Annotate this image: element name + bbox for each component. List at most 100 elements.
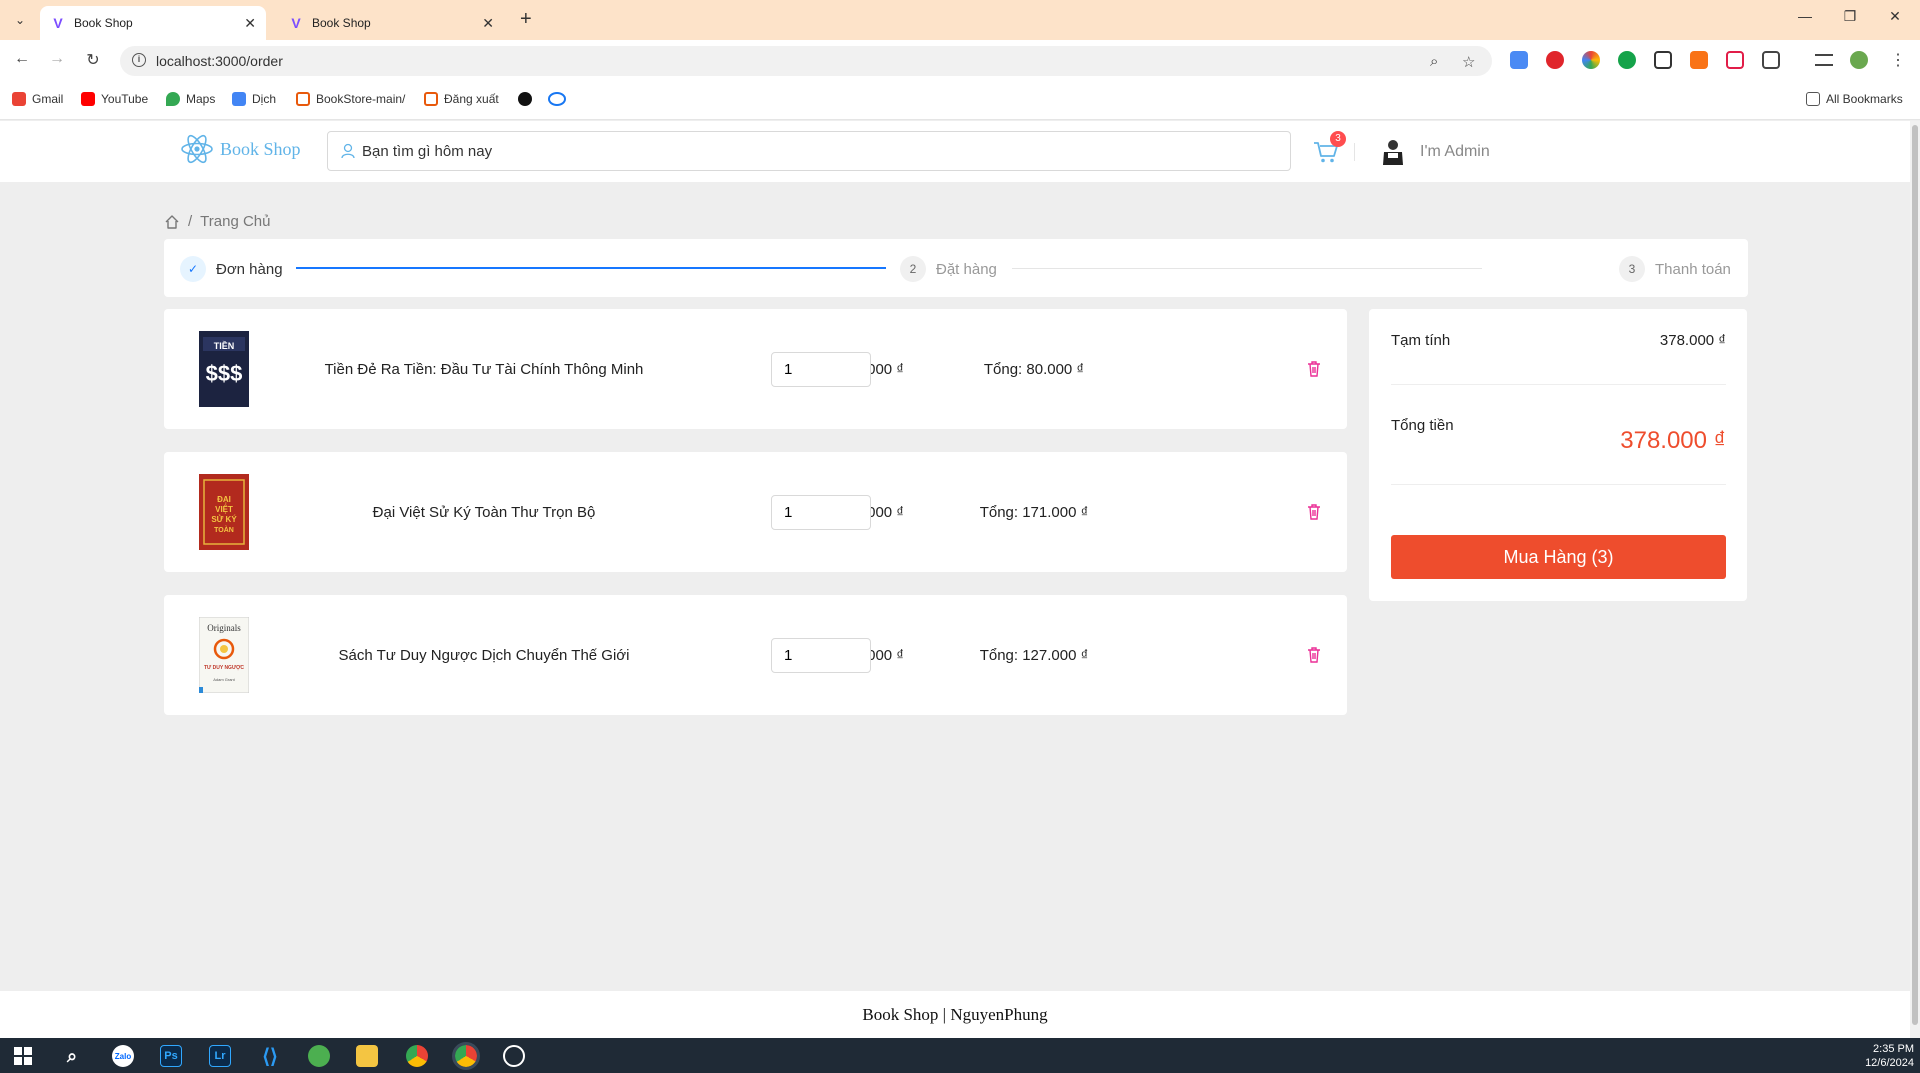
bookmark-bookstore[interactable]: BookStore-main/ [296, 92, 405, 106]
page-scrollbar[interactable] [1910, 121, 1920, 1038]
image-extension-icon[interactable] [1654, 51, 1672, 69]
breadcrumb-home-link[interactable]: Trang Chủ [200, 213, 270, 230]
close-window-icon[interactable]: ✕ [1885, 8, 1905, 25]
reload-icon[interactable]: ↻ [83, 50, 103, 70]
cart-button[interactable]: 3 [1312, 131, 1346, 165]
site-info-icon[interactable]: i [132, 53, 146, 67]
browser-tab-2[interactable]: V Book Shop ✕ [278, 6, 504, 40]
item-total: Tổng: 80.000 ₫ [983, 360, 1085, 378]
bookmark-meta[interactable] [548, 92, 572, 106]
header-divider [1354, 143, 1355, 161]
orange-extension-icon[interactable] [1690, 51, 1708, 69]
bookmark-translate[interactable]: Dịch [232, 92, 276, 106]
home-icon[interactable] [164, 214, 180, 230]
check-icon: ✓ [180, 256, 206, 282]
system-clock[interactable]: 2:35 PM 12/6/2024 [1865, 1042, 1914, 1070]
total-value: 378.000 ₫ [1620, 427, 1726, 454]
color-extension-icon[interactable] [1582, 51, 1600, 69]
total-row: Tổng tiền 378.000 ₫ [1391, 417, 1726, 455]
vscode-icon[interactable]: ⟨⟩ [259, 1045, 281, 1068]
delete-trash-icon[interactable] [1307, 503, 1321, 521]
extensions-puzzle-icon[interactable] [1762, 51, 1780, 69]
zoom-icon[interactable]: ⌕ [1430, 53, 1438, 70]
book-cover-originals[interactable]: Originals TƯ DUY NGƯỢC Adam Grant [199, 617, 249, 693]
step-number: 3 [1619, 256, 1645, 282]
svg-text:Originals: Originals [207, 623, 241, 633]
url-text: localhost:3000/order [156, 53, 283, 69]
admin-avatar-icon[interactable] [1380, 138, 1406, 166]
search-box[interactable] [327, 131, 1291, 171]
site-logo[interactable]: Book Shop [180, 133, 301, 165]
subtotal-row: Tạm tính 378.000 ₫ [1391, 332, 1726, 349]
step-order[interactable]: ✓ Đơn hàng [180, 256, 283, 282]
tab-close-icon[interactable]: ✕ [482, 15, 494, 32]
item-name[interactable]: Tiền Đẻ Ra Tiền: Đầu Tư Tài Chính Thông … [294, 309, 674, 429]
cart-item: Originals TƯ DUY NGƯỢC Adam Grant Sách T… [164, 595, 1347, 715]
bookmark-gmail[interactable]: Gmail [12, 92, 63, 106]
windows-start-icon[interactable] [12, 1045, 34, 1067]
search-icon[interactable]: ⌕ [61, 1045, 83, 1067]
svg-text:SỬ KÝ: SỬ KÝ [211, 515, 237, 524]
zalo-icon[interactable]: Zalo [112, 1045, 134, 1067]
buy-button[interactable]: Mua Hàng (3) [1391, 535, 1726, 579]
tab-title: Book Shop [74, 16, 133, 30]
quantity-input[interactable] [771, 495, 871, 530]
quantity-input[interactable] [771, 638, 871, 673]
summary-divider [1391, 484, 1726, 485]
grammarly-extension-icon[interactable] [1618, 51, 1636, 69]
order-steps: ✓ Đơn hàng 2 Đặt hàng 3 Thanh toán [164, 239, 1748, 297]
scrollbar-thumb[interactable] [1912, 125, 1918, 1025]
lightroom-icon[interactable]: Lr [209, 1045, 231, 1067]
tab-search-chevron-icon[interactable]: ⌄ [10, 10, 30, 30]
svg-text:$$$: $$$ [206, 361, 243, 386]
svg-text:ĐẠI: ĐẠI [217, 495, 231, 504]
step-payment[interactable]: 3 Thanh toán [1619, 256, 1731, 282]
address-bar[interactable]: i localhost:3000/order ⌕ ☆ [120, 46, 1492, 76]
bookmark-star-icon[interactable]: ☆ [1462, 53, 1475, 71]
tab-close-icon[interactable]: ✕ [244, 15, 256, 32]
bookmark-youtube[interactable]: YouTube [81, 92, 148, 106]
bookmark-threads[interactable] [518, 92, 538, 106]
browser-menu-icon[interactable]: ⋮ [1888, 50, 1908, 70]
browser-tab-1[interactable]: V Book Shop ✕ [40, 6, 266, 40]
adblock-extension-icon[interactable] [1546, 51, 1564, 69]
obs-icon[interactable] [503, 1045, 525, 1067]
app-header: Book Shop 3 I'm Admin [0, 121, 1920, 182]
item-total: Tổng: 171.000 ₫ [979, 503, 1089, 521]
delete-trash-icon[interactable] [1307, 360, 1321, 378]
photoshop-icon[interactable]: Ps [160, 1045, 182, 1067]
item-name[interactable]: Sách Tư Duy Ngược Dịch Chuyển Thế Giới [294, 595, 674, 715]
chrome-active-icon[interactable] [452, 1042, 480, 1070]
book-cover-tien-de-ra-tien[interactable]: TIỀN $$$ [199, 331, 249, 407]
forward-arrow-icon[interactable]: → [47, 50, 67, 68]
breadcrumb: / Trang Chủ [164, 213, 270, 230]
minimize-icon[interactable]: — [1795, 8, 1815, 24]
chrome-icon[interactable] [406, 1045, 428, 1067]
item-name[interactable]: Đại Việt Sử Ký Toàn Thư Trọn Bộ [294, 452, 674, 572]
svg-text:Adam Grant: Adam Grant [213, 677, 235, 682]
reading-list-icon[interactable] [1815, 54, 1833, 66]
admin-name[interactable]: I'm Admin [1420, 143, 1490, 161]
total-label: Tổng tiền [1391, 417, 1454, 434]
order-summary: Tạm tính 378.000 ₫ Tổng tiền 378.000 ₫ M… [1369, 309, 1747, 601]
meta-icon [548, 92, 566, 106]
bookmark-logout[interactable]: Đăng xuất [424, 92, 499, 106]
book-cover-dai-viet-su-ky[interactable]: ĐẠI VIỆT SỬ KÝ TOÀN [199, 474, 249, 550]
back-arrow-icon[interactable]: ← [12, 50, 32, 68]
delete-trash-icon[interactable] [1307, 646, 1321, 664]
translate-extension-icon[interactable] [1510, 51, 1528, 69]
quantity-input[interactable] [771, 352, 871, 387]
profile-avatar[interactable] [1850, 51, 1868, 69]
new-tab-plus-icon[interactable]: + [520, 8, 532, 31]
step-place-order[interactable]: 2 Đặt hàng [900, 256, 997, 282]
logout-bookmark-icon [424, 92, 438, 106]
all-bookmarks[interactable]: All Bookmarks [1806, 92, 1903, 106]
search-input[interactable] [362, 142, 1290, 160]
step-number: 2 [900, 256, 926, 282]
pocket-extension-icon[interactable] [1726, 51, 1744, 69]
bookmark-maps[interactable]: Maps [166, 92, 215, 106]
folder-icon [1806, 92, 1820, 106]
git-icon[interactable] [308, 1045, 330, 1067]
restore-icon[interactable]: ❐ [1840, 8, 1860, 25]
file-explorer-icon[interactable] [356, 1045, 378, 1067]
